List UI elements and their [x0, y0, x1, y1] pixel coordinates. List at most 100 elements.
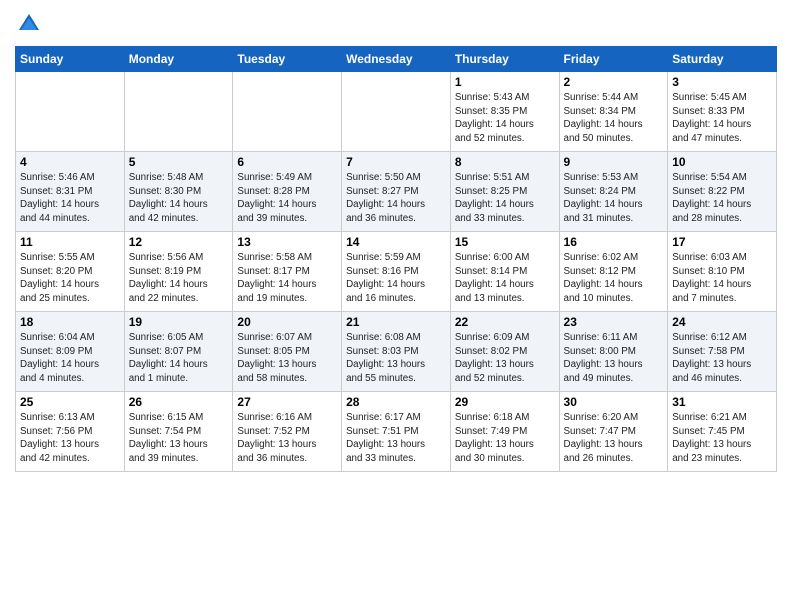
- day-number: 1: [455, 75, 555, 89]
- day-info: Sunrise: 5:45 AM Sunset: 8:33 PM Dayligh…: [672, 91, 772, 146]
- calendar-cell: [16, 72, 125, 152]
- week-row-3: 11 Sunrise: 5:55 AM Sunset: 8:20 PM Dayli…: [16, 232, 777, 312]
- day-number: 16: [564, 235, 664, 249]
- calendar-cell: 1 Sunrise: 5:43 AM Sunset: 8:35 PM Daylig…: [450, 72, 559, 152]
- day-number: 11: [20, 235, 120, 249]
- day-number: 18: [20, 315, 120, 329]
- calendar-cell: 17Sunrise: 6:03 AM Sunset: 8:10 PM Dayli…: [668, 232, 777, 312]
- day-number: 15: [455, 235, 555, 249]
- weekday-header-saturday: Saturday: [668, 47, 777, 72]
- day-info: Sunrise: 5:44 AM Sunset: 8:34 PM Dayligh…: [564, 91, 664, 146]
- week-row-2: 4Sunrise: 5:46 AM Sunset: 8:31 PM Daylig…: [16, 152, 777, 232]
- calendar-cell: 27Sunrise: 6:16 AM Sunset: 7:52 PM Dayli…: [233, 392, 342, 472]
- day-number: 28: [346, 395, 446, 409]
- day-info: Sunrise: 6:20 AM Sunset: 7:47 PM Dayligh…: [564, 411, 664, 466]
- calendar-container: SundayMondayTuesdayWednesdayThursdayFrid…: [0, 0, 792, 482]
- calendar-cell: 4Sunrise: 5:46 AM Sunset: 8:31 PM Daylig…: [16, 152, 125, 232]
- calendar-cell: [233, 72, 342, 152]
- day-info: Sunrise: 6:16 AM Sunset: 7:52 PM Dayligh…: [237, 411, 337, 466]
- calendar-cell: 13Sunrise: 5:58 AM Sunset: 8:17 PM Dayli…: [233, 232, 342, 312]
- day-number: 29: [455, 395, 555, 409]
- day-info: Sunrise: 6:07 AM Sunset: 8:05 PM Dayligh…: [237, 331, 337, 386]
- logo-icon: [15, 10, 43, 38]
- day-number: 6: [237, 155, 337, 169]
- weekday-header-wednesday: Wednesday: [342, 47, 451, 72]
- day-info: Sunrise: 5:43 AM Sunset: 8:35 PM Dayligh…: [455, 91, 555, 146]
- day-info: Sunrise: 6:13 AM Sunset: 7:56 PM Dayligh…: [20, 411, 120, 466]
- day-info: Sunrise: 5:51 AM Sunset: 8:25 PM Dayligh…: [455, 171, 555, 226]
- calendar-cell: 14 Sunrise: 5:59 AM Sunset: 8:16 PM Dayli…: [342, 232, 451, 312]
- calendar-cell: 16Sunrise: 6:02 AM Sunset: 8:12 PM Dayli…: [559, 232, 668, 312]
- day-number: 25: [20, 395, 120, 409]
- day-number: 17: [672, 235, 772, 249]
- weekday-header-monday: Monday: [124, 47, 233, 72]
- day-number: 4: [20, 155, 120, 169]
- day-info: Sunrise: 6:21 AM Sunset: 7:45 PM Dayligh…: [672, 411, 772, 466]
- day-info: Sunrise: 5:55 AM Sunset: 8:20 PM Dayligh…: [20, 251, 120, 306]
- day-number: 10: [672, 155, 772, 169]
- day-number: 2: [564, 75, 664, 89]
- calendar-cell: 21 Sunrise: 6:08 AM Sunset: 8:03 PM Dayli…: [342, 312, 451, 392]
- day-info: Sunrise: 5:53 AM Sunset: 8:24 PM Dayligh…: [564, 171, 664, 226]
- calendar-cell: [124, 72, 233, 152]
- day-number: 19: [129, 315, 229, 329]
- week-row-5: 25 Sunrise: 6:13 AM Sunset: 7:56 PM Dayli…: [16, 392, 777, 472]
- day-info: Sunrise: 6:17 AM Sunset: 7:51 PM Dayligh…: [346, 411, 446, 466]
- day-info: Sunrise: 5:58 AM Sunset: 8:17 PM Dayligh…: [237, 251, 337, 306]
- day-info: Sunrise: 6:18 AM Sunset: 7:49 PM Dayligh…: [455, 411, 555, 466]
- day-number: 22: [455, 315, 555, 329]
- weekday-header-thursday: Thursday: [450, 47, 559, 72]
- calendar-cell: 2 Sunrise: 5:44 AM Sunset: 8:34 PM Daylig…: [559, 72, 668, 152]
- day-number: 30: [564, 395, 664, 409]
- day-info: Sunrise: 5:48 AM Sunset: 8:30 PM Dayligh…: [129, 171, 229, 226]
- day-number: 7: [346, 155, 446, 169]
- header: [15, 10, 777, 38]
- day-info: Sunrise: 5:50 AM Sunset: 8:27 PM Dayligh…: [346, 171, 446, 226]
- day-info: Sunrise: 5:59 AM Sunset: 8:16 PM Dayligh…: [346, 251, 446, 306]
- calendar-cell: 3 Sunrise: 5:45 AM Sunset: 8:33 PM Daylig…: [668, 72, 777, 152]
- day-info: Sunrise: 6:11 AM Sunset: 8:00 PM Dayligh…: [564, 331, 664, 386]
- day-number: 23: [564, 315, 664, 329]
- calendar-table: SundayMondayTuesdayWednesdayThursdayFrid…: [15, 46, 777, 472]
- day-number: 14: [346, 235, 446, 249]
- week-row-4: 18 Sunrise: 6:04 AM Sunset: 8:09 PM Dayli…: [16, 312, 777, 392]
- day-number: 21: [346, 315, 446, 329]
- day-info: Sunrise: 6:00 AM Sunset: 8:14 PM Dayligh…: [455, 251, 555, 306]
- calendar-cell: 24 Sunrise: 6:12 AM Sunset: 7:58 PM Dayli…: [668, 312, 777, 392]
- day-info: Sunrise: 6:15 AM Sunset: 7:54 PM Dayligh…: [129, 411, 229, 466]
- day-number: 12: [129, 235, 229, 249]
- week-row-1: 1 Sunrise: 5:43 AM Sunset: 8:35 PM Daylig…: [16, 72, 777, 152]
- calendar-cell: 23 Sunrise: 6:11 AM Sunset: 8:00 PM Dayli…: [559, 312, 668, 392]
- calendar-cell: 15 Sunrise: 6:00 AM Sunset: 8:14 PM Dayli…: [450, 232, 559, 312]
- calendar-cell: 28 Sunrise: 6:17 AM Sunset: 7:51 PM Dayli…: [342, 392, 451, 472]
- calendar-cell: 6 Sunrise: 5:49 AM Sunset: 8:28 PM Daylig…: [233, 152, 342, 232]
- calendar-cell: 9 Sunrise: 5:53 AM Sunset: 8:24 PM Daylig…: [559, 152, 668, 232]
- weekday-header-tuesday: Tuesday: [233, 47, 342, 72]
- calendar-cell: 7 Sunrise: 5:50 AM Sunset: 8:27 PM Daylig…: [342, 152, 451, 232]
- calendar-cell: 26Sunrise: 6:15 AM Sunset: 7:54 PM Dayli…: [124, 392, 233, 472]
- calendar-cell: [342, 72, 451, 152]
- day-info: Sunrise: 5:49 AM Sunset: 8:28 PM Dayligh…: [237, 171, 337, 226]
- day-number: 3: [672, 75, 772, 89]
- calendar-cell: 20 Sunrise: 6:07 AM Sunset: 8:05 PM Dayli…: [233, 312, 342, 392]
- weekday-header-sunday: Sunday: [16, 47, 125, 72]
- day-info: Sunrise: 6:12 AM Sunset: 7:58 PM Dayligh…: [672, 331, 772, 386]
- calendar-cell: 30 Sunrise: 6:20 AM Sunset: 7:47 PM Dayli…: [559, 392, 668, 472]
- day-number: 20: [237, 315, 337, 329]
- day-info: Sunrise: 5:54 AM Sunset: 8:22 PM Dayligh…: [672, 171, 772, 226]
- day-number: 31: [672, 395, 772, 409]
- weekday-header-row: SundayMondayTuesdayWednesdayThursdayFrid…: [16, 47, 777, 72]
- day-number: 24: [672, 315, 772, 329]
- day-number: 8: [455, 155, 555, 169]
- day-info: Sunrise: 6:04 AM Sunset: 8:09 PM Dayligh…: [20, 331, 120, 386]
- day-info: Sunrise: 6:08 AM Sunset: 8:03 PM Dayligh…: [346, 331, 446, 386]
- calendar-cell: 18 Sunrise: 6:04 AM Sunset: 8:09 PM Dayli…: [16, 312, 125, 392]
- weekday-header-friday: Friday: [559, 47, 668, 72]
- calendar-cell: 10 Sunrise: 5:54 AM Sunset: 8:22 PM Dayli…: [668, 152, 777, 232]
- day-info: Sunrise: 6:09 AM Sunset: 8:02 PM Dayligh…: [455, 331, 555, 386]
- calendar-cell: 11 Sunrise: 5:55 AM Sunset: 8:20 PM Dayli…: [16, 232, 125, 312]
- calendar-cell: 19 Sunrise: 6:05 AM Sunset: 8:07 PM Dayli…: [124, 312, 233, 392]
- day-number: 9: [564, 155, 664, 169]
- calendar-cell: 22 Sunrise: 6:09 AM Sunset: 8:02 PM Dayli…: [450, 312, 559, 392]
- day-info: Sunrise: 6:05 AM Sunset: 8:07 PM Dayligh…: [129, 331, 229, 386]
